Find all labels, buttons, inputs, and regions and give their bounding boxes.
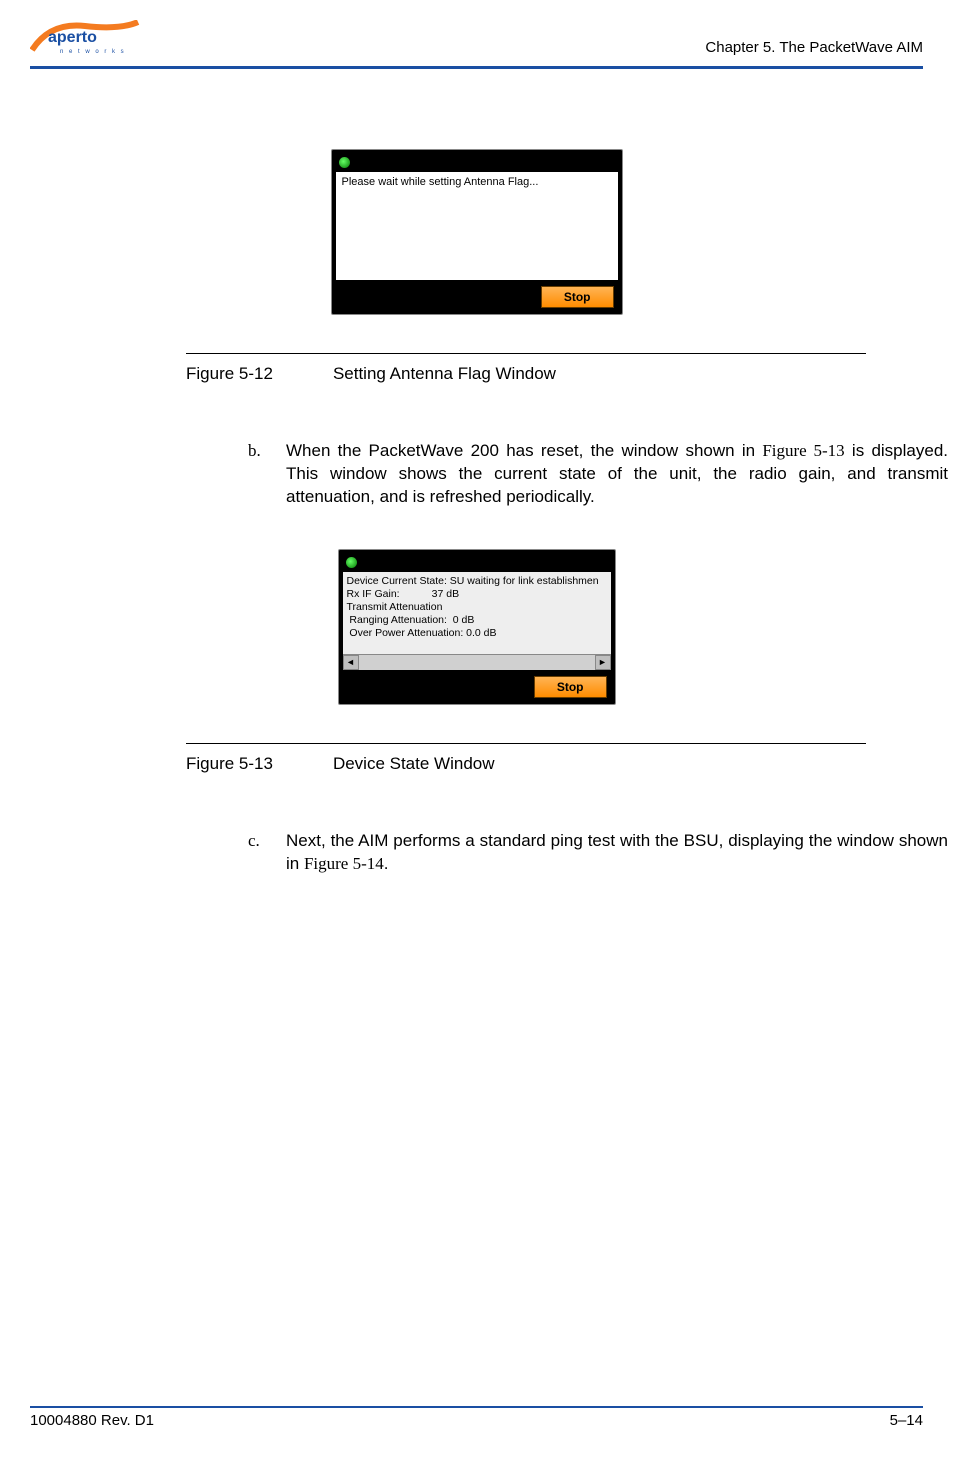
rx-gain-line: Rx IF Gain: 37 dB bbox=[347, 588, 607, 601]
figure-title: Device State Window bbox=[333, 754, 495, 774]
paragraph-c: c. Next, the AIM performs a standard pin… bbox=[248, 830, 948, 876]
stop-button[interactable]: Stop bbox=[534, 676, 607, 698]
paragraph-b: b. When the PacketWave 200 has reset, th… bbox=[248, 440, 948, 509]
page-content: Please wait while setting Antenna Flag..… bbox=[30, 69, 923, 876]
status-led-icon bbox=[339, 157, 350, 168]
footer-row: 10004880 Rev. D1 5–14 bbox=[30, 1412, 923, 1429]
text-post: . bbox=[384, 854, 389, 873]
chapter-label: Chapter 5. The PacketWave AIM bbox=[705, 39, 923, 58]
scroll-right-icon[interactable]: ► bbox=[595, 655, 611, 670]
paragraph-b-text: When the PacketWave 200 has reset, the w… bbox=[286, 440, 948, 509]
list-letter: c. bbox=[248, 830, 286, 876]
paragraph-c-text: Next, the AIM performs a standard ping t… bbox=[286, 830, 948, 876]
tx-atten-header: Transmit Attenuation bbox=[347, 601, 607, 614]
caption-rule bbox=[186, 743, 866, 744]
stop-button[interactable]: Stop bbox=[541, 286, 614, 308]
figure-5-13-window: Device Current State: SU waiting for lin… bbox=[338, 549, 616, 705]
page-number: 5–14 bbox=[890, 1412, 923, 1429]
figure-number: Figure 5-13 bbox=[186, 754, 273, 774]
aperto-logo-icon: aperto n e t w o r k s bbox=[30, 20, 140, 58]
ranging-atten-line: Ranging Attenuation: 0 dB bbox=[347, 614, 607, 627]
figure-5-12-caption: Figure 5-12 Setting Antenna Flag Window bbox=[186, 364, 923, 384]
figure-5-13-caption: Figure 5-13 Device State Window bbox=[186, 754, 923, 774]
overpower-atten-line: Over Power Attenuation: 0.0 dB bbox=[347, 627, 607, 640]
wait-message: Please wait while setting Antenna Flag..… bbox=[342, 176, 539, 188]
caption-rule bbox=[186, 353, 866, 354]
logo-text: aperto bbox=[48, 29, 97, 46]
figure-reference: Figure 5-14 bbox=[304, 854, 384, 873]
horizontal-scrollbar[interactable]: ◄ ► bbox=[343, 654, 611, 670]
status-led-icon bbox=[346, 557, 357, 568]
figure-title: Setting Antenna Flag Window bbox=[333, 364, 556, 384]
figure-number: Figure 5-12 bbox=[186, 364, 273, 384]
page-header: aperto n e t w o r k s Chapter 5. The Pa… bbox=[30, 20, 923, 64]
device-state-line: Device Current State: SU waiting for lin… bbox=[347, 575, 607, 588]
list-letter: b. bbox=[248, 440, 286, 509]
logo: aperto n e t w o r k s bbox=[30, 20, 140, 58]
figure-reference: Figure 5-13 bbox=[762, 441, 844, 460]
text-pre: When the PacketWave 200 has reset, the w… bbox=[286, 441, 762, 460]
doc-revision: 10004880 Rev. D1 bbox=[30, 1412, 154, 1429]
figure-5-12-window: Please wait while setting Antenna Flag..… bbox=[331, 149, 623, 315]
footer-rule bbox=[30, 1406, 923, 1408]
scroll-left-icon[interactable]: ◄ bbox=[343, 655, 359, 670]
logo-subtext: n e t w o r k s bbox=[60, 49, 126, 55]
figure-5-12-body: Please wait while setting Antenna Flag..… bbox=[336, 172, 618, 280]
page-footer: 10004880 Rev. D1 5–14 bbox=[30, 1406, 923, 1429]
